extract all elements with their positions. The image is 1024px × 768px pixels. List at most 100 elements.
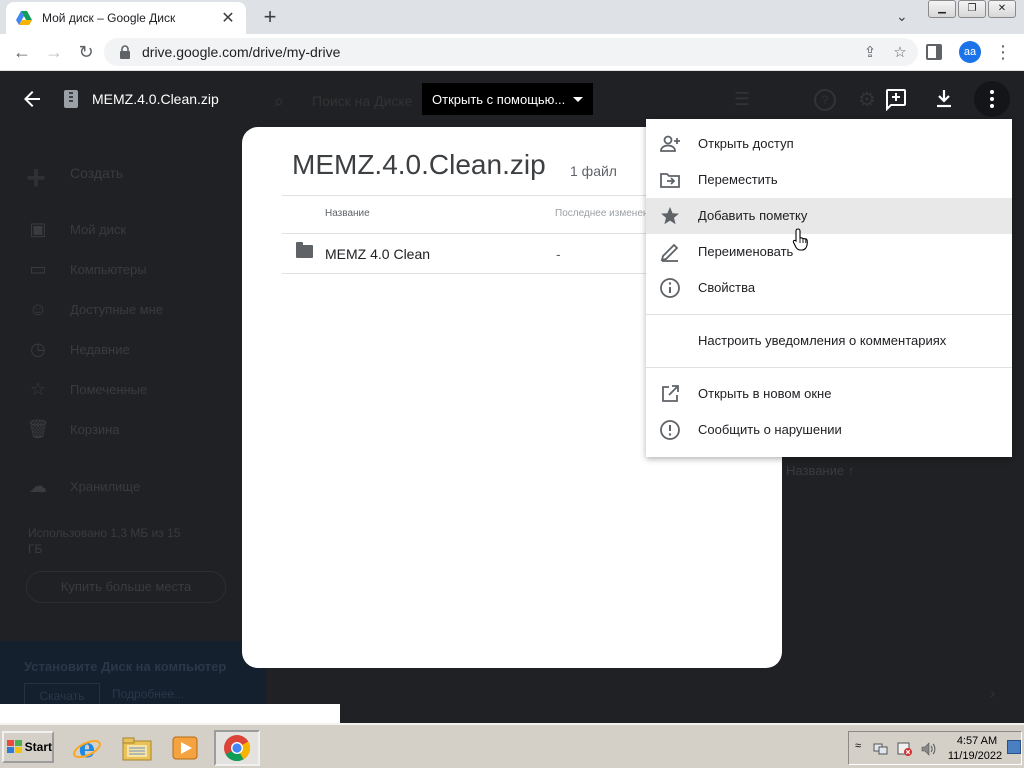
start-button[interactable]: Start xyxy=(2,731,54,763)
sidebar-item-shared: ☺ Доступные мне xyxy=(26,299,163,319)
drive-viewport: + Создать ▣ Мой диск ▭ Компьютеры ☺ Дост… xyxy=(0,71,1024,723)
clock-time[interactable]: 4:57 AM xyxy=(949,735,1005,747)
my-drive-icon: ▣ xyxy=(29,219,47,239)
help-icon: ? xyxy=(814,89,836,111)
report-icon xyxy=(660,420,680,440)
zip-file-icon xyxy=(64,90,78,108)
hand-cursor-icon xyxy=(792,228,808,251)
create-plus-icon: + xyxy=(26,159,46,197)
buy-storage-button: Купить больше места xyxy=(26,571,226,603)
chevron-right-icon: › xyxy=(990,685,996,702)
drive-sidebar: + Создать ▣ Мой диск ▭ Компьютеры ☺ Дост… xyxy=(0,71,266,723)
taskbar-media-player[interactable] xyxy=(166,730,204,766)
volume-icon[interactable] xyxy=(921,742,937,756)
security-alert-icon[interactable] xyxy=(897,742,913,756)
sidebar-item-storage: ☁ Хранилище xyxy=(26,476,140,496)
sidebar-item-trash: 🗑 Корзина xyxy=(26,419,120,439)
install-banner-title: Установите Диск на компьютер xyxy=(24,659,227,674)
windows-taskbar: Start e ≈ 4:57 AM 11/19/2022 xyxy=(0,723,1024,768)
sidebar-item-starred: ☆ Помеченные xyxy=(26,379,147,399)
menu-item-add-star[interactable]: Добавить пометку xyxy=(646,198,1012,234)
restore-icon[interactable]: ❐ xyxy=(958,0,986,18)
minimize-icon[interactable]: ▁ xyxy=(928,0,956,18)
menu-item-report-abuse[interactable]: Сообщить о нарушении xyxy=(646,412,1012,448)
network-icon[interactable] xyxy=(873,742,889,756)
browser-tabstrip: Мой диск – Google Диск ✕ + ⌄ ▁ ❐ ✕ xyxy=(0,0,1024,34)
open-with-button[interactable]: Открыть с помощью... xyxy=(422,83,594,115)
menu-item-open-new-window[interactable]: Открыть в новом окне xyxy=(646,376,1012,412)
install-more-link: Подробнее... xyxy=(112,687,185,701)
row-name: MEMZ 4.0 Clean xyxy=(325,246,431,262)
google-drive-icon xyxy=(16,11,32,25)
create-button: Создать xyxy=(70,165,124,181)
download-bar-fragment xyxy=(0,704,340,723)
chrome-icon xyxy=(224,735,251,762)
back-arrow-icon[interactable]: ← xyxy=(10,40,34,64)
taskbar-internet-explorer[interactable]: e xyxy=(68,730,106,766)
taskbar-chrome[interactable] xyxy=(214,730,260,766)
media-player-icon xyxy=(172,736,198,760)
search-input: Поиск на Диске xyxy=(312,93,413,109)
show-desktop-icon[interactable] xyxy=(1007,740,1021,754)
menu-divider xyxy=(646,367,1012,368)
sidebar-item-computers: ▭ Компьютеры xyxy=(26,259,146,279)
menu-item-share[interactable]: Открыть доступ xyxy=(646,126,1012,162)
folder-icon xyxy=(296,242,313,258)
row-modified: - xyxy=(556,246,561,262)
computers-icon: ▭ xyxy=(29,259,47,279)
share-page-icon[interactable]: ⇪ xyxy=(858,40,882,64)
url-text[interactable]: drive.google.com/drive/my-drive xyxy=(142,44,858,60)
folder-explorer-icon xyxy=(122,737,152,761)
move-folder-icon xyxy=(660,173,680,188)
add-comment-icon[interactable] xyxy=(884,87,908,111)
sort-by-name: Название ↑ xyxy=(786,463,855,478)
side-panel-icon[interactable] xyxy=(926,44,942,60)
clock-icon: ◷ xyxy=(30,339,46,359)
browser-menu-icon[interactable]: ⋮ xyxy=(994,42,1012,62)
windows-flag-icon xyxy=(7,740,22,754)
internet-explorer-icon: e xyxy=(73,734,101,763)
cloud-icon: ☁ xyxy=(29,476,47,496)
trash-icon: 🗑 xyxy=(26,419,50,439)
tab-my-drive[interactable]: Мой диск – Google Диск ✕ xyxy=(6,2,246,34)
tab-close-icon[interactable]: ✕ xyxy=(220,8,236,28)
download-icon[interactable] xyxy=(932,87,956,111)
system-tray: ≈ 4:57 AM 11/19/2022 xyxy=(848,731,1022,765)
column-header-name[interactable]: Название xyxy=(325,208,370,219)
preview-filename: MEMZ.4.0.Clean.zip xyxy=(92,91,219,107)
tab-search-chevron-icon[interactable]: ⌄ xyxy=(896,8,908,25)
person-add-icon xyxy=(660,135,680,152)
new-tab-icon[interactable]: + xyxy=(258,4,282,30)
pencil-icon xyxy=(660,243,679,262)
menu-item-details[interactable]: Свойства xyxy=(646,270,1012,306)
filter-options-icon: ☰ xyxy=(734,89,751,109)
window-controls: ▁ ❐ ✕ xyxy=(928,0,1016,18)
column-header-modified[interactable]: Последнее изменение xyxy=(555,208,660,219)
open-in-new-icon xyxy=(662,385,679,402)
menu-item-comment-notifications[interactable]: Настроить уведомления о комментариях xyxy=(646,323,1012,359)
tray-expand-icon[interactable]: ≈ xyxy=(855,740,861,752)
window-close-icon[interactable]: ✕ xyxy=(988,0,1016,18)
zip-card-title: MEMZ.4.0.Clean.zip xyxy=(292,149,546,180)
shared-icon: ☺ xyxy=(28,299,48,319)
bookmark-star-icon[interactable]: ☆ xyxy=(888,40,912,64)
back-arrow-icon[interactable] xyxy=(20,87,44,111)
zip-file-count: 1 файл xyxy=(570,163,617,179)
caret-down-icon xyxy=(573,96,584,102)
reload-icon[interactable]: ↻ xyxy=(74,40,98,64)
info-icon xyxy=(660,278,680,298)
tab-title: Мой диск – Google Диск xyxy=(42,11,176,25)
menu-item-rename[interactable]: Переименовать xyxy=(646,234,1012,270)
sidebar-item-my-drive: ▣ Мой диск xyxy=(26,219,126,239)
svg-text:e: e xyxy=(79,734,96,763)
profile-avatar[interactable]: aa xyxy=(959,41,981,63)
more-actions-menu: Открыть доступ Переместить Добавить поме… xyxy=(646,119,1012,457)
forward-arrow-icon[interactable]: → xyxy=(42,40,66,64)
clock-date[interactable]: 11/19/2022 xyxy=(943,750,1007,762)
more-vert-icon[interactable] xyxy=(980,87,1004,111)
menu-item-move[interactable]: Переместить xyxy=(646,162,1012,198)
address-bar[interactable]: drive.google.com/drive/my-drive ⇪ ☆ xyxy=(104,38,918,66)
sidebar-item-recent: ◷ Недавние xyxy=(26,339,130,359)
menu-divider xyxy=(646,314,1012,315)
taskbar-file-explorer[interactable] xyxy=(118,730,156,766)
